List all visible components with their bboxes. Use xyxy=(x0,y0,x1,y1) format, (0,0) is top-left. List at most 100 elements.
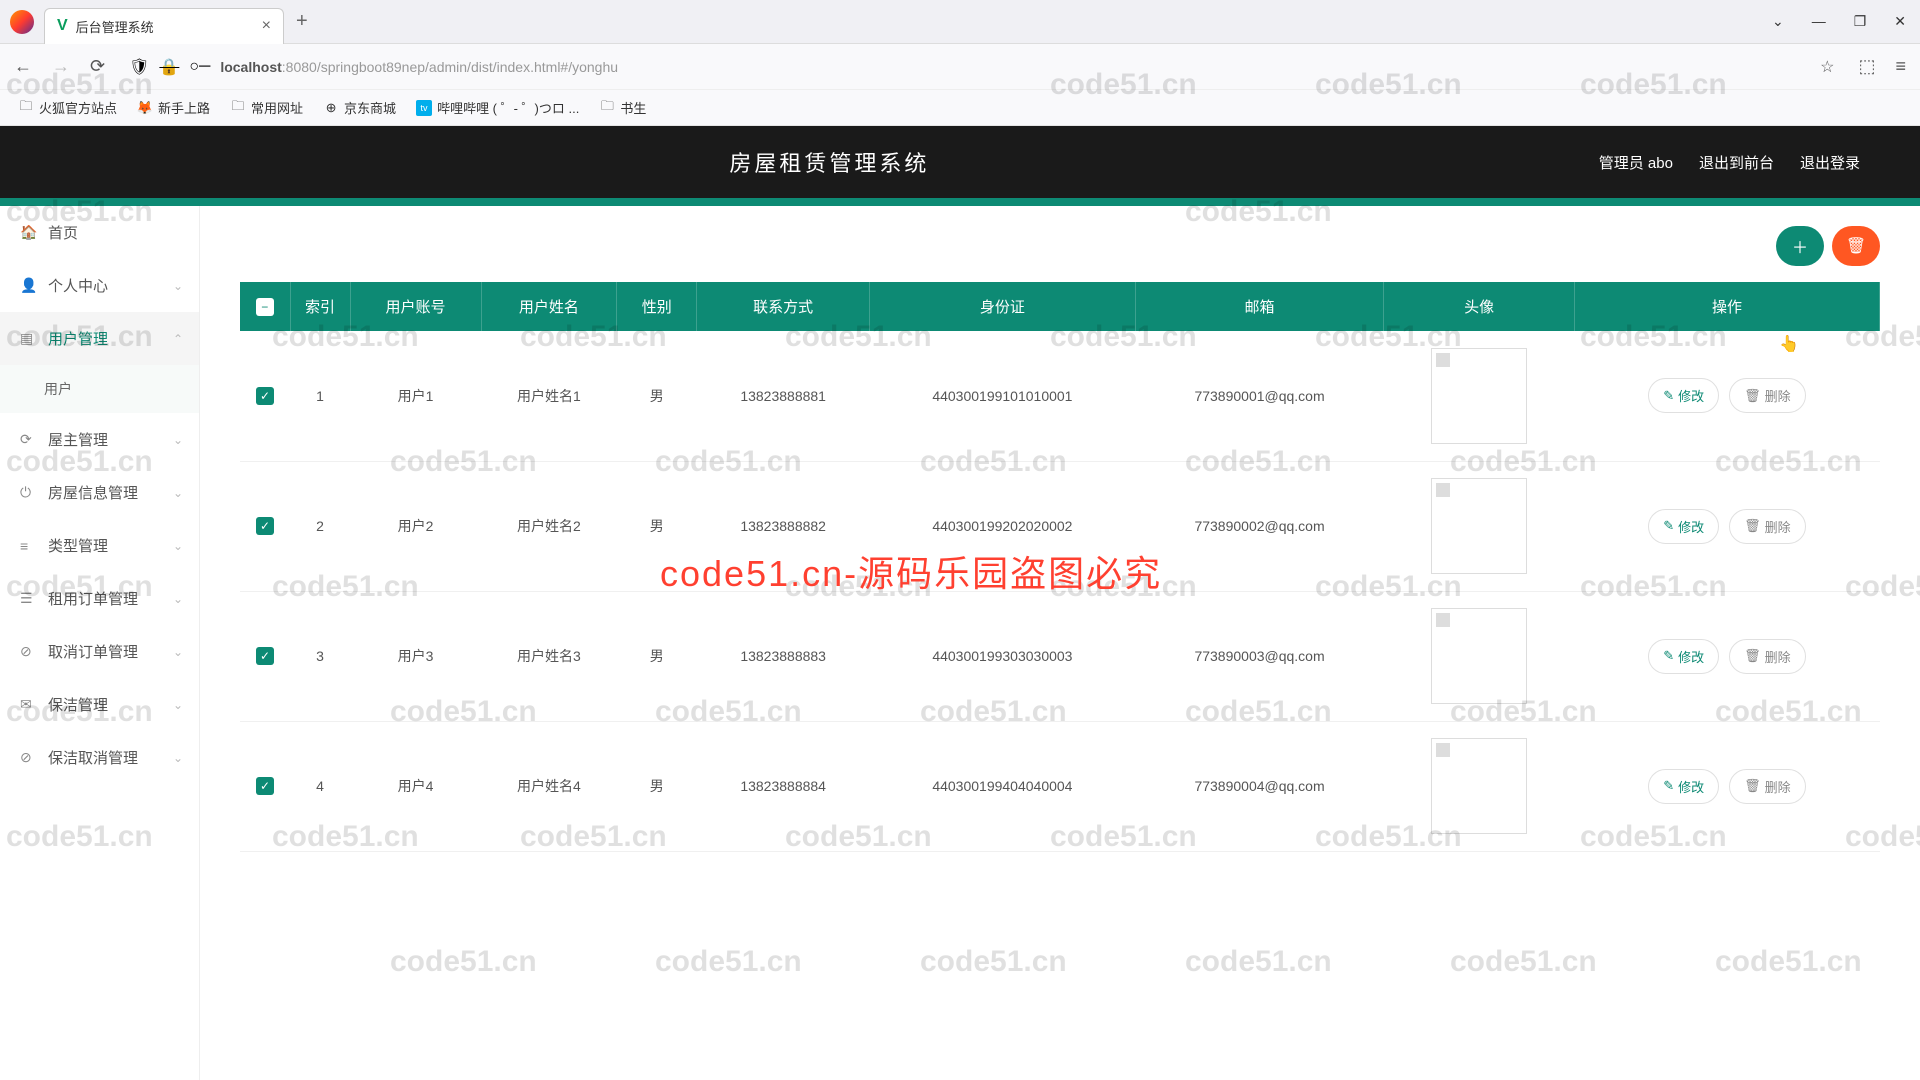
forward-button[interactable]: → xyxy=(48,52,74,81)
bookmark-item[interactable]: 🗀常用网址 xyxy=(230,98,303,117)
cell-phone: 13823888883 xyxy=(697,591,870,721)
edit-icon: ✎ xyxy=(1663,518,1674,534)
cell-ops: ✎ 修改 🗑 删除 xyxy=(1574,721,1879,851)
chevron-icon: ⌄ xyxy=(173,751,183,765)
cell-avatar xyxy=(1384,461,1575,591)
url-input[interactable]: 🛡 🔒 ○─ localhost:8080/springboot89nep/ad… xyxy=(121,57,1842,77)
cell-name: 用户姓名4 xyxy=(481,721,617,851)
sidebar-item[interactable]: ▤用户管理⌃ xyxy=(0,312,199,365)
trash-icon: 🗑 xyxy=(1744,388,1761,404)
cell-account: 用户4 xyxy=(350,721,481,851)
edit-button[interactable]: ✎ 修改 xyxy=(1648,769,1719,804)
trash-icon: 🗑 xyxy=(1744,778,1761,794)
cell-email: 773890002@qq.com xyxy=(1135,461,1384,591)
cell-idcard: 440300199101010001 xyxy=(870,331,1136,461)
back-button[interactable]: ← xyxy=(10,52,36,81)
app-title: 房屋租赁管理系统 xyxy=(60,146,1599,178)
firefox-icon: 🦊 xyxy=(137,100,153,116)
cell-name: 用户姓名2 xyxy=(481,461,617,591)
menu-label: 房屋信息管理 xyxy=(48,482,138,503)
shield-icon: 🛡 xyxy=(129,57,149,77)
menu-label: 类型管理 xyxy=(48,535,108,556)
menu-icon: 🏠 xyxy=(20,224,38,241)
admin-label[interactable]: 管理员 abo xyxy=(1599,152,1673,173)
sidebar-item[interactable]: ⏻房屋信息管理⌄ xyxy=(0,466,199,519)
sidebar-item[interactable]: ✉保洁管理⌄ xyxy=(0,678,199,731)
menu-label: 个人中心 xyxy=(48,275,108,296)
menu-label: 屋主管理 xyxy=(48,429,108,450)
menu-icon[interactable]: ≡ xyxy=(1891,52,1910,81)
lock-icon: 🔒 xyxy=(159,57,179,77)
menu-icon: ▤ xyxy=(20,330,38,347)
sidebar-item[interactable]: ⊘取消订单管理⌄ xyxy=(0,625,199,678)
cell-phone: 13823888884 xyxy=(697,721,870,851)
sidebar-item[interactable]: ⊘保洁取消管理⌄ xyxy=(0,731,199,784)
row-checkbox[interactable]: ✓ xyxy=(256,387,274,405)
extensions-icon[interactable]: ⬚ xyxy=(1854,52,1879,81)
cell-gender: 男 xyxy=(617,721,697,851)
address-bar: ← → ⟳ 🛡 🔒 ○─ localhost:8080/springboot89… xyxy=(0,44,1920,90)
folder-icon: 🗀 xyxy=(230,100,246,116)
to-frontend-link[interactable]: 退出到前台 xyxy=(1699,152,1774,173)
row-checkbox[interactable]: ✓ xyxy=(256,517,274,535)
bilibili-icon: tv xyxy=(416,100,432,116)
cell-idcard: 440300199404040004 xyxy=(870,721,1136,851)
cell-ops: ✎ 修改 🗑 删除 xyxy=(1574,461,1879,591)
menu-label: 取消订单管理 xyxy=(48,641,138,662)
bookmark-item[interactable]: tv哔哩哔哩 ( ゜- ゜)つロ ... xyxy=(416,98,579,117)
add-button[interactable]: ＋ xyxy=(1776,226,1824,266)
avatar-placeholder xyxy=(1431,608,1527,704)
close-window-button[interactable]: ✕ xyxy=(1894,13,1906,30)
cell-gender: 男 xyxy=(617,591,697,721)
tabs-dropdown-icon[interactable]: ⌄ xyxy=(1772,13,1784,30)
bookmark-item[interactable]: 🗀书生 xyxy=(599,98,646,117)
table-row: ✓ 2 用户2 用户姓名2 男 13823888882 440300199202… xyxy=(240,461,1880,591)
reload-button[interactable]: ⟳ xyxy=(86,52,109,81)
avatar-placeholder xyxy=(1431,348,1527,444)
minimize-button[interactable]: — xyxy=(1812,13,1826,30)
sidebar-item[interactable]: ⟳屋主管理⌄ xyxy=(0,413,199,466)
app-header: 房屋租赁管理系统 管理员 abo 退出到前台 退出登录 xyxy=(0,126,1920,198)
new-tab-button[interactable]: + xyxy=(296,10,308,33)
folder-icon: 🗀 xyxy=(599,100,615,116)
delete-button[interactable]: 🗑 删除 xyxy=(1729,509,1806,544)
browser-tab[interactable]: V 后台管理系统 × xyxy=(44,8,284,44)
table-header: 性别 xyxy=(617,282,697,331)
row-checkbox[interactable]: ✓ xyxy=(256,777,274,795)
maximize-button[interactable]: ❐ xyxy=(1854,13,1867,30)
sidebar-item[interactable]: 👤个人中心⌄ xyxy=(0,259,199,312)
close-tab-icon[interactable]: × xyxy=(262,17,271,35)
image-icon xyxy=(1436,353,1450,367)
sidebar-item[interactable]: ☰租用订单管理⌄ xyxy=(0,572,199,625)
batch-delete-button[interactable]: 🗑 xyxy=(1832,226,1880,266)
bookmark-star-icon[interactable]: ☆ xyxy=(1820,57,1834,77)
edit-button[interactable]: ✎ 修改 xyxy=(1648,378,1719,413)
bookmark-item[interactable]: ⊕京东商城 xyxy=(323,98,396,117)
logout-link[interactable]: 退出登录 xyxy=(1800,152,1860,173)
globe-icon: ⊕ xyxy=(323,100,339,116)
sidebar: 🏠首页👤个人中心⌄▤用户管理⌃用户 ⟳ 屋主管理 ⌄ ⏻房屋信息管理⌄≡类型管理⌄☰租用… xyxy=(0,206,200,1080)
delete-button[interactable]: 🗑 删除 xyxy=(1729,378,1806,413)
edit-button[interactable]: ✎ 修改 xyxy=(1648,639,1719,674)
cell-account: 用户2 xyxy=(350,461,481,591)
image-icon xyxy=(1436,483,1450,497)
url-text: localhost:8080/springboot89nep/admin/dis… xyxy=(220,59,618,75)
delete-button[interactable]: 🗑 删除 xyxy=(1729,769,1806,804)
table-header: 邮箱 xyxy=(1135,282,1384,331)
edit-button[interactable]: ✎ 修改 xyxy=(1648,509,1719,544)
select-all-checkbox[interactable]: − xyxy=(256,298,274,316)
menu-icon: ⊘ xyxy=(20,643,38,660)
row-checkbox[interactable]: ✓ xyxy=(256,647,274,665)
bookmark-item[interactable]: 🗀火狐官方站点 xyxy=(18,98,117,117)
bookmark-item[interactable]: 🦊新手上路 xyxy=(137,98,210,117)
delete-button[interactable]: 🗑 删除 xyxy=(1729,639,1806,674)
menu-icon: ☰ xyxy=(20,590,38,607)
sidebar-subitem[interactable]: 用户 xyxy=(0,365,199,413)
sidebar-item[interactable]: ≡类型管理⌄ xyxy=(0,519,199,572)
chevron-icon: ⌃ xyxy=(173,332,183,346)
cell-phone: 13823888882 xyxy=(697,461,870,591)
table-header: 联系方式 xyxy=(697,282,870,331)
menu-icon: ⟳ xyxy=(20,431,38,448)
cell-name: 用户姓名1 xyxy=(481,331,617,461)
sidebar-item[interactable]: 🏠首页 xyxy=(0,206,199,259)
